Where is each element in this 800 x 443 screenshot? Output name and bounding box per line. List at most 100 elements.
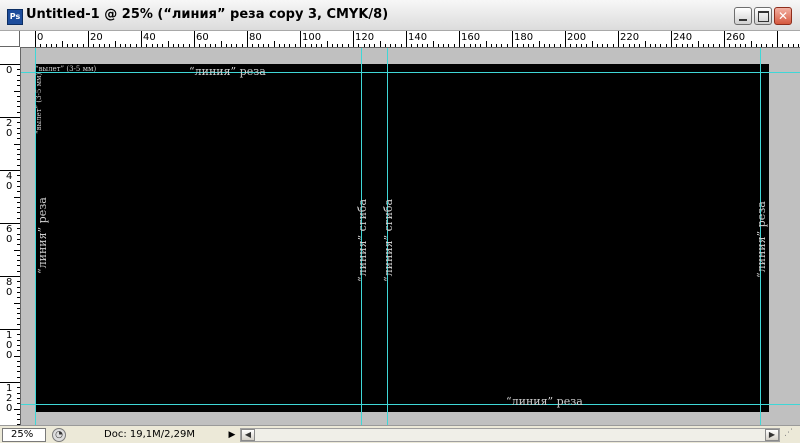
ruler-origin[interactable]: [0, 31, 20, 47]
ruler-tick-minor: [17, 307, 20, 309]
ruler-tick-minor: [469, 44, 471, 47]
ruler-tick-minor: [596, 44, 598, 47]
ruler-label: 1 2 0: [6, 383, 13, 414]
ruler-tick-minor: [17, 334, 20, 336]
ruler-tick-minor: [310, 44, 312, 47]
canvas-workspace[interactable]: “вылет” (3-5 мм) “вылет” (3-5 мм) “линия…: [21, 48, 800, 425]
ruler-tick-minor: [755, 44, 757, 47]
ruler-label: 8 0: [6, 277, 13, 298]
ruler-tick-minor: [17, 132, 20, 134]
ruler-tick-minor: [98, 44, 100, 47]
ruler-tick-minor: [17, 397, 20, 399]
ruler-tick-minor: [130, 44, 132, 47]
ruler-tick-minor: [734, 44, 736, 47]
ruler-label: 80: [249, 32, 262, 43]
ruler-tick-minor: [17, 191, 20, 193]
ruler-tick-minor: [787, 44, 789, 47]
ruler-tick-minor: [17, 323, 20, 325]
ruler-tick-minor: [284, 44, 286, 47]
scroll-left-button[interactable]: ◀: [241, 429, 255, 441]
ruler-tick-minor: [135, 44, 137, 47]
status-bar: 25% ◔ Doc: 19,1M/2,29M ▶ ◀ ▶ ⋰: [0, 425, 800, 443]
ruler-tick-minor: [342, 44, 344, 47]
ruler-tick: [141, 31, 142, 47]
ruler-tick-minor: [17, 175, 20, 177]
ruler-tick-minor: [146, 44, 148, 47]
minimize-button[interactable]: [734, 7, 752, 25]
ruler-tick-minor: [17, 201, 20, 203]
ruler-tick-minor: [17, 244, 20, 246]
ruler-tick-minor: [559, 44, 561, 47]
close-button[interactable]: ✕: [774, 7, 792, 25]
ruler-tick-minor: [384, 44, 386, 47]
maximize-button[interactable]: [754, 7, 772, 25]
ruler-tick-minor: [17, 233, 20, 235]
guide-horizontal[interactable]: [21, 72, 800, 73]
ruler-tick-minor: [231, 44, 233, 47]
cut-line-label-bottom: “линия” реза: [506, 395, 583, 408]
ruler-tick-minor: [628, 44, 630, 47]
ruler-label: 60: [196, 32, 209, 43]
ruler-tick-minor: [17, 419, 20, 421]
ruler-tick: [35, 31, 36, 47]
ruler-tick-minor: [358, 44, 360, 47]
ruler-tick: [777, 31, 778, 47]
ruler-tick-minor: [278, 44, 280, 47]
resize-grip-icon[interactable]: ⋰: [784, 428, 798, 442]
scroll-right-button[interactable]: ▶: [765, 429, 779, 441]
ruler-tick-minor: [204, 44, 206, 47]
ruler-label: 0: [37, 32, 44, 43]
status-menu-arrow-icon[interactable]: ▶: [226, 428, 238, 442]
ruler-tick: [14, 355, 20, 357]
ruler-tick-minor: [766, 44, 768, 47]
ruler-label: 0: [6, 65, 13, 76]
guide-horizontal[interactable]: [21, 404, 800, 405]
vertical-ruler[interactable]: 0 2 0 4 0 6 0 8 0 1 0 0 1 2 0: [0, 47, 21, 425]
ruler-tick-minor: [17, 122, 20, 124]
ruler-tick: [485, 41, 487, 47]
status-icon[interactable]: ◔: [52, 428, 66, 442]
ruler-tick: [618, 31, 619, 47]
ruler-tick: [300, 31, 301, 47]
ruler-tick-minor: [262, 44, 264, 47]
ruler-tick: [14, 90, 20, 92]
ruler-tick-minor: [421, 44, 423, 47]
ruler-tick-minor: [745, 44, 747, 47]
ruler-tick-minor: [17, 254, 20, 256]
ruler-tick-minor: [17, 265, 20, 267]
cut-line-label-left: “линия” реза: [36, 197, 49, 274]
ruler-label: 200: [567, 32, 587, 43]
ruler-tick-minor: [17, 297, 20, 299]
ruler-tick-minor: [17, 106, 20, 108]
document-window: Ps Untitled-1 @ 25% (“линия” реза copy 3…: [0, 0, 800, 443]
ruler-tick-minor: [215, 44, 217, 47]
ruler-tick-minor: [17, 180, 20, 182]
document-size-info: Doc: 19,1M/2,29M: [104, 429, 196, 440]
ruler-tick: [114, 41, 116, 47]
title-bar[interactable]: Ps Untitled-1 @ 25% (“линия” реза copy 3…: [0, 0, 800, 31]
horizontal-ruler[interactable]: 0 20 40 60 80 100 120 140 160 180 200 220 240 260: [20, 31, 800, 48]
ruler-tick-minor: [448, 44, 450, 47]
ruler-tick-minor: [17, 281, 20, 283]
ruler-tick-minor: [257, 44, 259, 47]
ruler-tick-minor: [639, 44, 641, 47]
horizontal-scrollbar[interactable]: ◀ ▶: [240, 428, 780, 442]
zoom-field[interactable]: 25%: [2, 428, 46, 442]
photoshop-icon[interactable]: Ps: [7, 9, 23, 25]
ruler-tick-minor: [692, 44, 694, 47]
ruler-tick-minor: [17, 138, 20, 140]
ruler-tick-minor: [17, 291, 20, 293]
ruler-tick-minor: [363, 44, 365, 47]
ruler-tick: [61, 41, 63, 47]
ruler-tick-minor: [490, 44, 492, 47]
ruler-tick-minor: [708, 44, 710, 47]
document-canvas[interactable]: [35, 64, 769, 412]
ruler-tick-minor: [782, 44, 784, 47]
ruler-label: 140: [408, 32, 428, 43]
ruler-tick-minor: [93, 44, 95, 47]
ruler-tick-minor: [17, 95, 20, 97]
ruler-tick-minor: [17, 101, 20, 103]
ruler-tick: [697, 41, 699, 47]
close-icon: ✕: [777, 9, 789, 23]
ruler-label: 1 0 0: [6, 330, 13, 361]
